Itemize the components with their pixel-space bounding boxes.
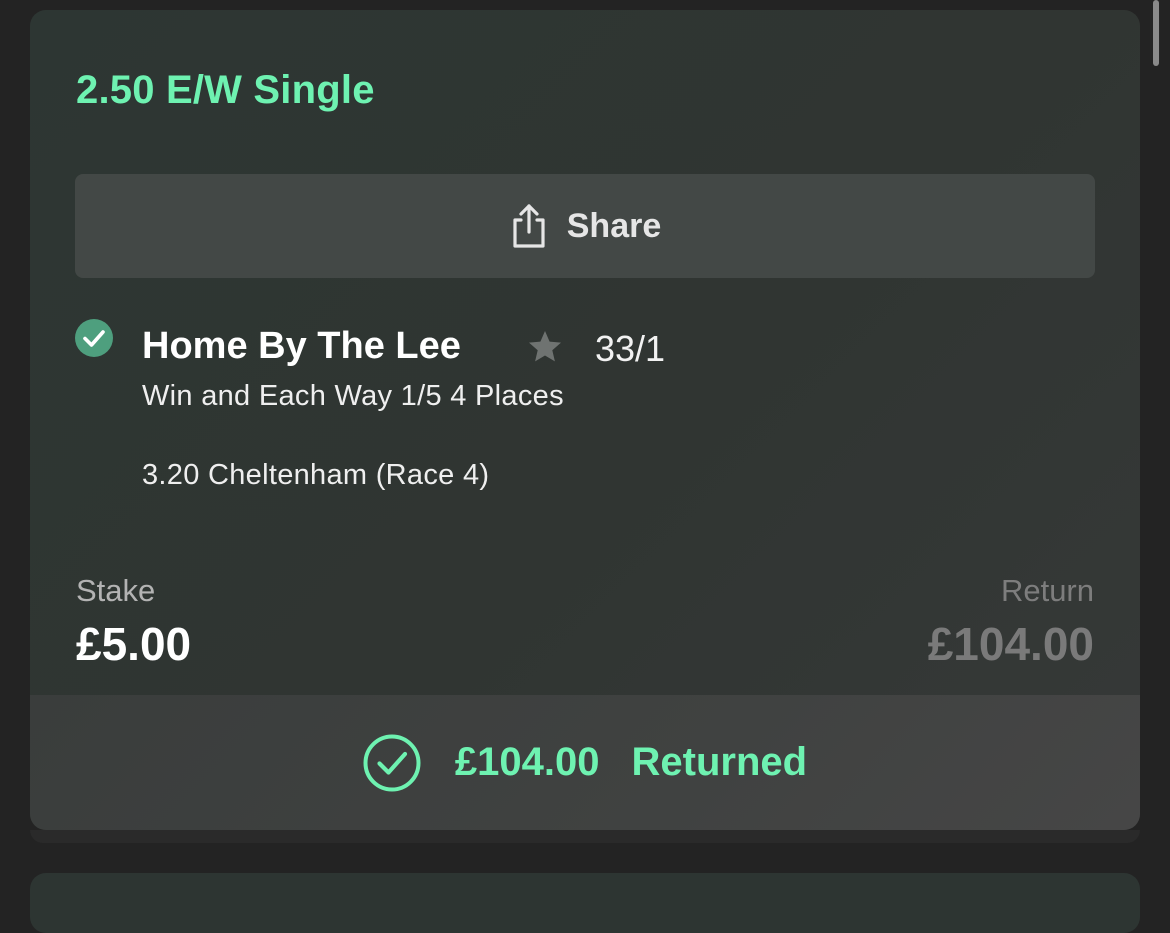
return-label: Return (1000, 573, 1094, 608)
share-label: Share (566, 206, 662, 245)
returned-amount: £104.00 (454, 740, 600, 784)
market-description: Win and Each Way 1/5 4 Places (142, 380, 564, 412)
stake-value: £5.00 (76, 618, 192, 670)
share-icon (509, 203, 549, 249)
scrollbar[interactable] (1153, 0, 1159, 66)
selection-odds: 33/1 (595, 328, 666, 369)
return-value: £104.00 (927, 618, 1094, 670)
result-bar: £104.00 Returned (30, 695, 1140, 830)
share-button[interactable]: Share (75, 174, 1095, 278)
event-name: 3.20 Cheltenham (Race 4) (142, 459, 490, 491)
stake-label: Stake (76, 573, 156, 608)
star-icon[interactable] (527, 329, 563, 365)
returned-status: Returned (631, 740, 808, 784)
card-footer-edge (30, 830, 1140, 843)
check-circle-icon (75, 319, 113, 357)
selection-name: Home By The Lee (142, 325, 461, 367)
next-bet-card[interactable] (30, 873, 1140, 933)
bet-title: 2.50 E/W Single (76, 68, 375, 112)
check-circle-outline-icon (363, 734, 421, 792)
bet-card: 2.50 E/W Single Share Home By The Lee 33… (30, 10, 1140, 830)
